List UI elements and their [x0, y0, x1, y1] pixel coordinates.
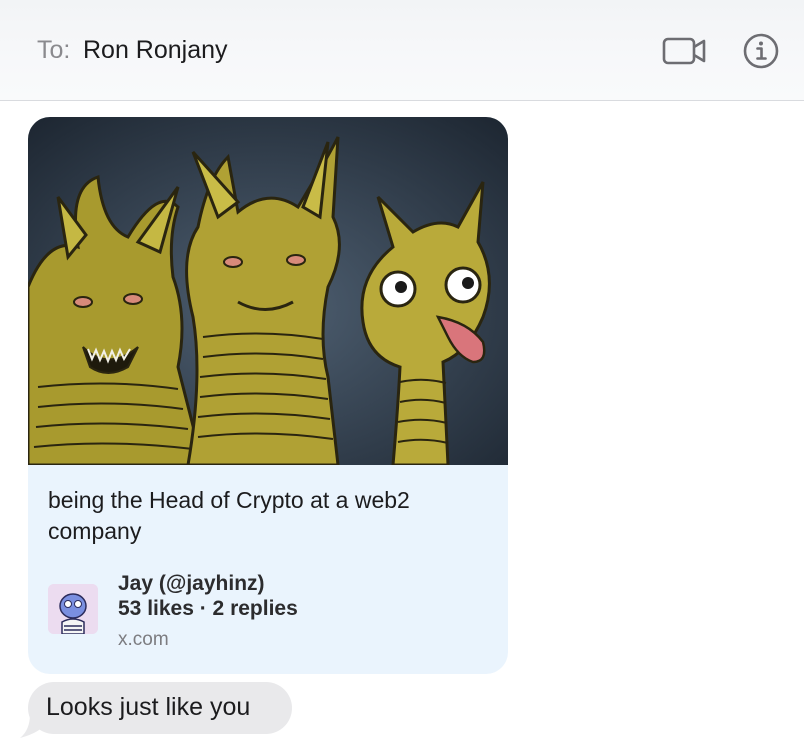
link-domain: x.com [118, 629, 169, 650]
author-handle: Jay (@jayhinz) [118, 572, 265, 595]
video-camera-icon [662, 37, 706, 65]
video-call-button[interactable] [660, 34, 708, 68]
link-preview-title: being the Head of Crypto at a web2 compa… [48, 487, 410, 544]
to-label: To: [37, 36, 71, 64]
info-icon [743, 33, 779, 69]
author-avatar [48, 584, 98, 634]
link-preview-image [28, 117, 508, 465]
info-button[interactable] [742, 32, 780, 70]
link-preview-card[interactable]: being the Head of Crypto at a web2 compa… [28, 117, 508, 674]
conversation-header: To: Ron Ronjany [0, 0, 804, 101]
received-message-bubble[interactable]: Looks just like you [28, 682, 292, 734]
recipient-name[interactable]: Ron Ronjany [83, 36, 228, 65]
post-stats: 53 likes · 2 replies [118, 597, 298, 620]
message-text: Looks just like you [46, 693, 251, 721]
